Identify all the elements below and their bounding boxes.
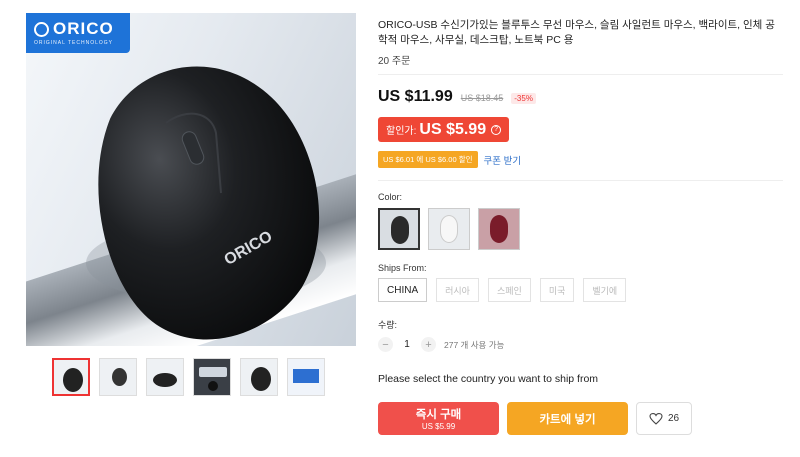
buy-now-price: US $5.99 [421,422,456,431]
ships-from-label: Ships From: [378,263,427,273]
thumbnail-strip [52,358,325,396]
discount-badge: -35% [511,93,536,104]
thumbnail-4[interactable] [193,358,231,396]
color-swatch-white[interactable] [428,208,470,250]
thumbnail-3[interactable] [146,358,184,396]
sale-price-box: 할인가: US $5.99 ? [378,117,510,142]
ships-from-russia[interactable]: 러시아 [436,278,479,302]
add-to-cart-button[interactable]: 카트에 넣기 [507,402,628,435]
color-options [378,208,520,250]
price-row: US $11.99 US $18.45 -35% [378,88,536,106]
mouse-illustration: ORICO [86,66,326,340]
quantity-label: 수량: [378,320,398,330]
ships-from-belgium[interactable]: 벨기에 [583,278,627,302]
buy-now-button[interactable]: 즉시 구매 US $5.99 [378,402,499,435]
current-price: US $11.99 [378,88,453,105]
plus-icon[interactable]: + [421,337,436,352]
brand-tagline: ORIGINAL TECHNOLOGY [34,40,114,46]
order-count: 20 주문 [378,56,411,67]
sale-price: US $5.99 [419,120,487,138]
action-buttons: 즉시 구매 US $5.99 카트에 넣기 26 [378,402,692,435]
ships-from-china[interactable]: CHINA [378,278,428,302]
ships-from-usa[interactable]: 미국 [539,278,575,302]
quantity-available: 277 개 사용 가능 [444,339,505,350]
get-coupon-link[interactable]: 쿠폰 받기 [484,153,522,167]
buy-now-label: 즉시 구매 [415,409,462,421]
sale-label: 할인가: [386,126,417,137]
quantity-value[interactable]: 1 [401,339,413,350]
wishlist-button[interactable]: 26 [636,402,692,435]
question-icon[interactable]: ? [491,124,502,135]
wish-count: 26 [667,413,680,424]
color-swatch-black[interactable] [378,208,420,250]
quantity-stepper: − 1 + 277 개 사용 가능 [378,337,504,352]
product-title: ORICO-USB 수신기가있는 블루투스 무선 마우스, 슬림 사일런트 마우… [378,19,775,46]
ships-from-options: CHINA 러시아 스페인 미국 벨기에 [378,278,627,302]
thumbnail-6[interactable] [287,358,325,396]
thumbnail-2[interactable] [99,358,137,396]
ship-notice: Please select the country you want to sh… [378,373,599,385]
coupon-tag: US $6.01 에 US $6.00 할인 [378,151,478,168]
divider [378,180,783,181]
color-label: Color: [378,192,403,202]
brand-logo-text: ORICO [53,19,114,38]
thumbnail-5[interactable] [240,358,278,396]
heart-icon [649,412,663,425]
divider [378,74,783,75]
logo-ring-icon [34,21,49,37]
original-price: US $18.45 [460,93,504,103]
thumbnail-1[interactable] [52,358,90,396]
ships-from-spain[interactable]: 스페인 [487,278,531,302]
main-product-image[interactable]: ORICO ORICO ORIGINAL TECHNOLOGY [26,13,356,346]
color-swatch-red[interactable] [478,208,520,250]
coupon-row: US $6.01 에 US $6.00 할인 쿠폰 받기 [378,151,521,168]
brand-logo-badge: ORICO ORIGINAL TECHNOLOGY [26,13,130,53]
minus-icon[interactable]: − [378,337,393,352]
